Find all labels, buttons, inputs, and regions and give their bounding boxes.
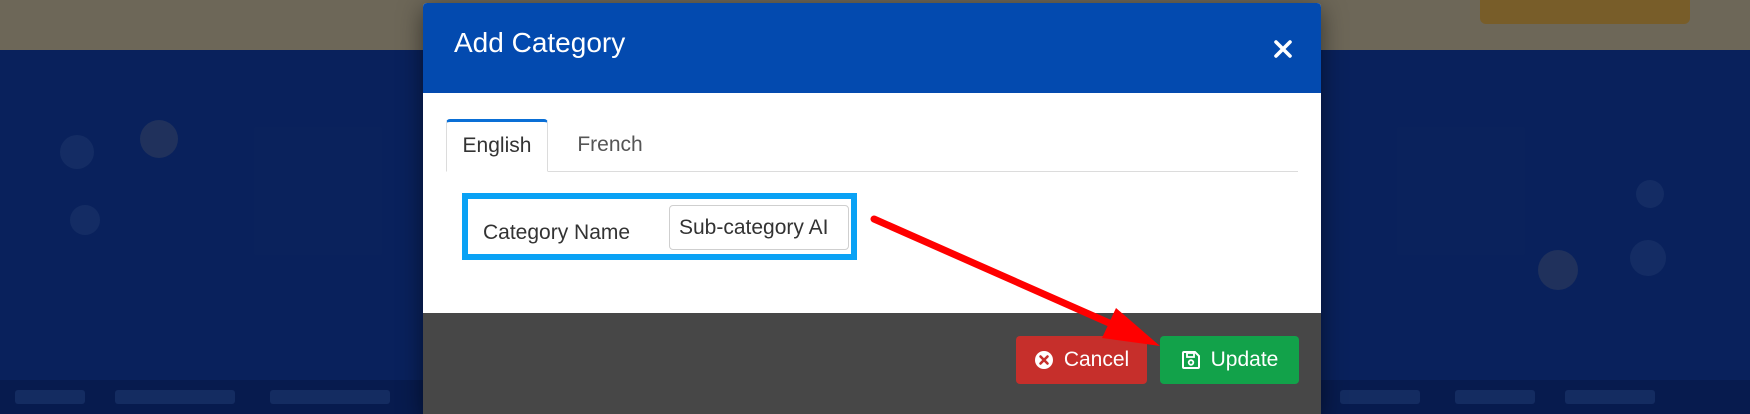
modal-body: English French Category Name	[423, 93, 1321, 313]
times-circle-icon	[1034, 351, 1053, 369]
page: Add Category English French Category Nam…	[0, 0, 1750, 414]
tab-english[interactable]: English	[446, 119, 548, 172]
close-icon	[1274, 40, 1292, 58]
update-button[interactable]: Update	[1160, 336, 1299, 384]
add-category-modal: Add Category English French Category Nam…	[423, 3, 1321, 414]
modal-footer: Cancel Update	[423, 313, 1321, 414]
language-tabs: English French	[446, 119, 1298, 172]
cancel-label: Cancel	[1063, 348, 1130, 371]
update-label: Update	[1210, 348, 1279, 371]
cancel-button[interactable]: Cancel	[1016, 336, 1147, 384]
save-icon	[1181, 351, 1200, 369]
modal-header: Add Category	[423, 3, 1321, 93]
tab-french[interactable]: French	[562, 119, 658, 170]
modal-title: Add Category	[454, 27, 626, 58]
category-name-input[interactable]	[669, 205, 849, 250]
category-name-label: Category Name	[483, 221, 631, 244]
close-button[interactable]	[1271, 37, 1295, 61]
